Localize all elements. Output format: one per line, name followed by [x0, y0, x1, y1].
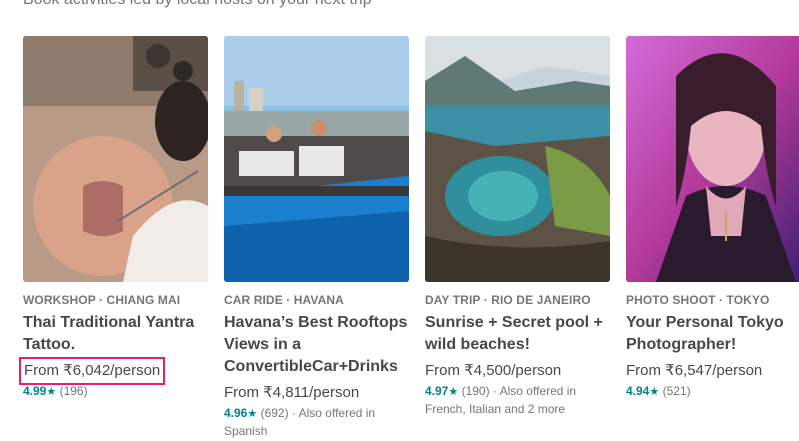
experience-card-tokyo[interactable]: PHOTO SHOOT · TOKYO Your Personal Tokyo …: [626, 36, 799, 401]
rating-score: 4.94: [626, 384, 650, 398]
experience-photo[interactable]: [224, 36, 409, 282]
review-count: (190): [461, 384, 490, 398]
experience-photo[interactable]: [425, 36, 610, 282]
experience-price: From ₹6,547/person: [626, 362, 763, 379]
experience-title[interactable]: Your Personal Tokyo Photographer!: [626, 312, 799, 356]
experience-category: DAY TRIP · RIO DE JANEIRO: [425, 293, 591, 307]
star-icon: ★: [649, 386, 660, 398]
rating-score: 4.97: [425, 384, 449, 398]
experience-category: PHOTO SHOOT · TOKYO: [626, 293, 770, 307]
star-icon: ★: [247, 408, 258, 420]
star-icon: ★: [46, 386, 57, 398]
experience-price: From ₹6,042/person: [18, 357, 166, 385]
rating-score: 4.96: [224, 406, 248, 420]
experience-rating: 4.97★ (190) · Also offered in French, It…: [425, 383, 610, 418]
experience-card-havana[interactable]: CAR RIDE · HAVANA Havana’s Best Rooftops…: [224, 36, 409, 440]
experience-rating: 4.94★ (521): [626, 383, 799, 401]
experience-category: WORKSHOP · CHIANG MAI: [23, 293, 181, 307]
experience-price: From ₹4,811/person: [224, 384, 360, 401]
star-icon: ★: [448, 386, 459, 398]
experience-title[interactable]: Sunrise + Secret pool + wild beaches!: [425, 312, 610, 356]
review-count: (196): [59, 384, 88, 398]
experience-title[interactable]: Thai Traditional Yantra Tattoo.: [23, 312, 208, 356]
experience-rating: 4.96★ (692) · Also offered in Spanish: [224, 405, 409, 440]
section-subtitle: Book activities led by local hosts on yo…: [23, 0, 372, 9]
experience-title[interactable]: Havana’s Best Rooftops Views in a Conver…: [224, 312, 409, 378]
experience-price: From ₹4,500/person: [425, 362, 562, 379]
experience-category: CAR RIDE · HAVANA: [224, 293, 344, 307]
experience-photo[interactable]: [23, 36, 208, 282]
review-count: (521): [662, 384, 691, 398]
review-count: (692): [260, 406, 289, 420]
experience-rating: 4.99★ (196): [23, 383, 208, 401]
experience-card-rio[interactable]: DAY TRIP · RIO DE JANEIRO Sunrise + Secr…: [425, 36, 610, 418]
experience-card-tattoo[interactable]: WORKSHOP · CHIANG MAI Thai Traditional Y…: [18, 36, 208, 401]
experience-photo[interactable]: [626, 36, 799, 282]
rating-score: 4.99: [23, 384, 47, 398]
